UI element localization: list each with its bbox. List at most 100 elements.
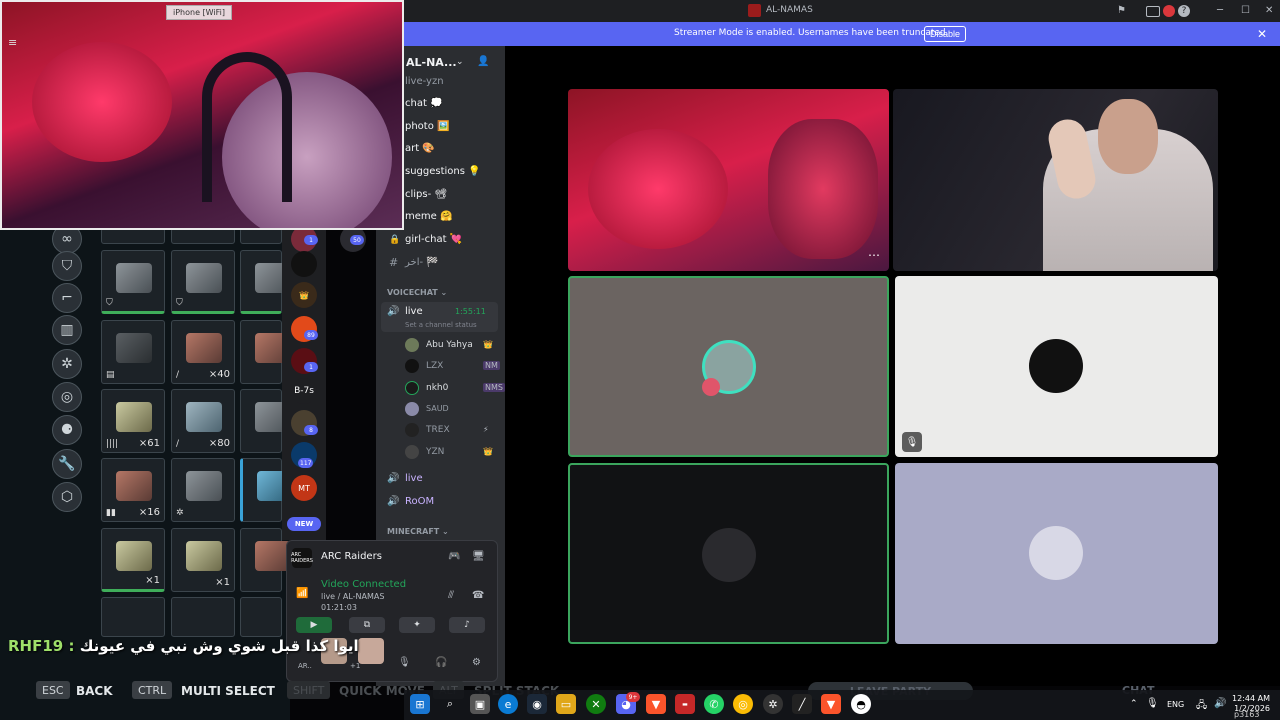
video-tile-camera[interactable]: [893, 89, 1218, 271]
ring-icon[interactable]: ◎: [52, 382, 82, 412]
streamer-mode-icon[interactable]: [1146, 6, 1160, 17]
screen-share-icon[interactable]: 🖥: [472, 551, 485, 562]
steam-icon[interactable]: ◉: [527, 694, 547, 714]
category-minecraft[interactable]: MINECRAFT ⌄: [387, 527, 449, 536]
inventory-slot[interactable]: [101, 228, 165, 244]
app-icon[interactable]: ▬: [675, 694, 695, 714]
help-icon[interactable]: ?: [1178, 5, 1190, 17]
activities-button[interactable]: ✦: [399, 617, 435, 633]
controller-icon[interactable]: 🎮: [448, 551, 460, 562]
channel-item[interactable]: meme 🤗: [405, 211, 452, 222]
channel-item[interactable]: clips- 📽: [405, 189, 447, 200]
search-icon[interactable]: ⌕: [440, 694, 460, 714]
whatsapp-icon[interactable]: ✆: [704, 694, 724, 714]
server-b7s[interactable]: B-7s: [291, 378, 317, 404]
channel-item[interactable]: art 🎨: [405, 143, 435, 154]
channel-item[interactable]: photo 🖼️: [405, 121, 449, 132]
video-tile-avatar[interactable]: [895, 463, 1218, 644]
microphone-icon[interactable]: 🎙: [398, 657, 411, 668]
chrome-icon[interactable]: ◎: [733, 694, 753, 714]
inventory-slot[interactable]: ▤: [101, 320, 165, 384]
server-mt[interactable]: MT: [291, 475, 317, 501]
back-label[interactable]: BACK: [76, 684, 113, 698]
category-voicechat[interactable]: VOICECHAT ⌄: [387, 288, 447, 297]
minimize-icon[interactable]: ─: [1217, 5, 1223, 16]
microphone-icon[interactable]: 🎙: [1146, 698, 1159, 709]
inventory-slot[interactable]: ×1: [171, 528, 235, 592]
voice-user[interactable]: YZN 👑: [405, 445, 495, 461]
maximize-icon[interactable]: ☐: [1241, 5, 1250, 16]
inventory-slot[interactable]: [240, 250, 291, 314]
grenade-icon[interactable]: ⚈: [52, 415, 82, 445]
inventory-slot[interactable]: ×1: [101, 528, 165, 592]
inbox-icon[interactable]: ⚑: [1117, 5, 1126, 16]
shift-key[interactable]: SHIFT: [287, 681, 331, 699]
inventory-slot[interactable]: [101, 597, 165, 637]
record-icon[interactable]: [1163, 5, 1175, 17]
ammo-icon[interactable]: ▥: [52, 315, 82, 345]
voice-user[interactable]: Abu Yahya 👑: [405, 338, 495, 354]
inventory-slot[interactable]: [240, 528, 291, 592]
avatar[interactable]: [358, 638, 384, 664]
language-indicator[interactable]: ENG: [1167, 700, 1184, 709]
voice-status[interactable]: Video Connected: [321, 579, 406, 590]
video-tile-avatar[interactable]: [895, 276, 1218, 457]
signal-icon[interactable]: 📶: [296, 588, 308, 599]
channel-item[interactable]: chat 💭: [405, 98, 443, 109]
channel-item[interactable]: live-yzn: [405, 76, 444, 87]
invite-icon[interactable]: 👤: [477, 56, 489, 67]
volume-icon[interactable]: 🔊: [1214, 698, 1226, 709]
task-view-icon[interactable]: ▣: [470, 694, 490, 714]
cube-icon[interactable]: ⬡: [52, 482, 82, 512]
share-screen-button[interactable]: ⧉: [349, 617, 385, 633]
voice-channel-item[interactable]: RoOM: [405, 496, 434, 507]
camera-button[interactable]: ▶: [296, 617, 332, 633]
camera-overlay-window[interactable]: [0, 0, 404, 230]
inventory-slot[interactable]: [171, 597, 235, 637]
soundboard-button[interactable]: ♪: [449, 617, 485, 633]
server-icon[interactable]: [291, 251, 317, 277]
multi-select-label[interactable]: MULTI SELECT: [181, 684, 275, 698]
video-tile-stream[interactable]: [568, 89, 889, 271]
headphones-icon[interactable]: 🎧: [435, 657, 447, 668]
inventory-slot[interactable]: / ×40: [171, 320, 235, 384]
folder-icon[interactable]: ▭: [556, 694, 576, 714]
channel-item[interactable]: girl-chat 💘: [405, 234, 462, 245]
chevron-up-icon[interactable]: ⌃: [1130, 699, 1138, 709]
inventory-slot[interactable]: ▮▮ ×16: [101, 458, 165, 522]
ctrl-key[interactable]: CTRL: [132, 681, 173, 699]
inventory-slot[interactable]: ✲: [171, 458, 235, 522]
chevron-down-icon[interactable]: ⌄: [456, 57, 464, 67]
inventory-slot[interactable]: [240, 389, 291, 453]
wrench-icon[interactable]: 🔧: [52, 449, 82, 479]
network-icon[interactable]: 🖧: [1196, 698, 1207, 715]
inventory-slot[interactable]: [240, 228, 282, 244]
channel-status-input[interactable]: Set a channel status: [405, 321, 477, 329]
inventory-slot[interactable]: ⛉: [171, 250, 235, 314]
voice-user[interactable]: LZX NM: [405, 359, 500, 375]
weapon-icon[interactable]: ⌐: [52, 283, 82, 313]
channel-item[interactable]: suggestions 💡: [405, 166, 481, 177]
voice-user[interactable]: nkh0 NMS: [405, 381, 505, 397]
edge-icon[interactable]: e: [498, 694, 518, 714]
gear-icon[interactable]: ✲: [52, 349, 82, 379]
app-icon[interactable]: ╱: [792, 694, 812, 714]
inventory-slot[interactable]: ⛉: [101, 250, 165, 314]
inventory-slot[interactable]: [240, 597, 282, 637]
server-icon[interactable]: 👑: [291, 282, 317, 308]
new-unreads-pill[interactable]: NEW: [287, 517, 321, 531]
brave-icon[interactable]: ▼: [821, 694, 841, 714]
video-tile-avatar[interactable]: [568, 276, 889, 457]
esc-key[interactable]: ESC: [36, 681, 70, 699]
more-options-icon[interactable]: ⋯: [868, 248, 880, 262]
settings-icon[interactable]: ⚙: [472, 657, 481, 668]
close-icon[interactable]: ✕: [1265, 5, 1273, 16]
inventory-slot[interactable]: |||| ×61: [101, 389, 165, 453]
disconnect-icon[interactable]: ☎: [472, 590, 484, 601]
channel-item[interactable]: اخر- 🏁: [405, 257, 439, 268]
app-icon[interactable]: ✲: [763, 694, 783, 714]
shield-icon[interactable]: ⛉: [52, 251, 82, 281]
voice-channel-item[interactable]: live: [405, 473, 423, 484]
noise-suppression-icon[interactable]: ⫻: [448, 590, 454, 601]
server-name[interactable]: AL-NA...: [406, 56, 457, 69]
